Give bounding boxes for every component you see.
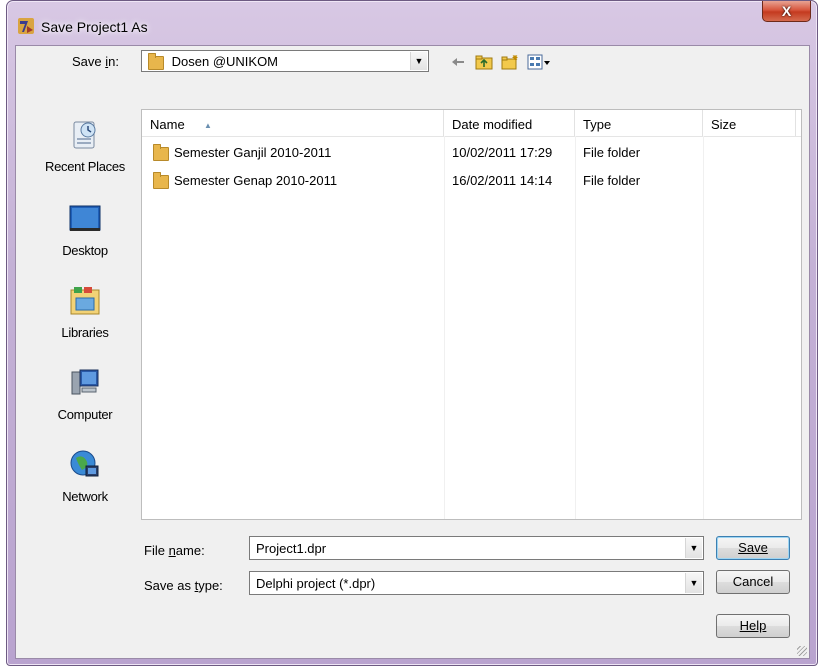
place-label: Network xyxy=(62,489,108,504)
save-in-value: Dosen @UNIKOM xyxy=(171,54,279,69)
column-header-label: Size xyxy=(711,117,737,132)
file-row[interactable]: Semester Ganjil 2010-2011 10/02/2011 17:… xyxy=(142,138,801,166)
new-folder-icon[interactable] xyxy=(500,52,520,72)
chevron-down-icon[interactable]: ▼ xyxy=(410,52,427,70)
list-header: ▲ Name Date modified Type Size xyxy=(142,110,801,137)
chevron-down-icon[interactable]: ▼ xyxy=(685,573,702,593)
file-name: Semester Genap 2010-2011 xyxy=(174,173,338,188)
cancel-button-label: Cancel xyxy=(732,574,774,589)
place-network[interactable]: Network xyxy=(36,448,134,504)
place-desktop[interactable]: Desktop xyxy=(36,202,134,258)
resize-grip[interactable] xyxy=(797,646,807,656)
help-button-label: Help xyxy=(739,618,767,633)
file-type: File folder xyxy=(583,173,641,188)
network-icon xyxy=(70,450,99,477)
computer-icon xyxy=(71,369,99,395)
file-name-combo[interactable]: Project1.dpr ▼ xyxy=(249,536,704,560)
place-label: Desktop xyxy=(62,243,108,258)
navigation-toolbar xyxy=(448,50,552,74)
dialog-client-area: Save in: Dosen @UNIKOM ▼ Recent Places D… xyxy=(15,45,810,659)
column-header-label: Name xyxy=(150,117,185,132)
save-button-label: Save xyxy=(738,540,768,555)
save-as-type-value: Delphi project (*.dpr) xyxy=(256,576,376,591)
place-libraries[interactable]: Libraries xyxy=(36,284,134,340)
file-type: File folder xyxy=(583,145,641,160)
file-date: 10/02/2011 17:29 xyxy=(452,145,553,160)
column-header-label: Date modified xyxy=(452,117,533,132)
cancel-button[interactable]: Cancel xyxy=(716,570,790,594)
file-name-label: File name: xyxy=(144,543,205,558)
view-menu-icon[interactable] xyxy=(526,52,552,72)
place-label: Recent Places xyxy=(45,159,125,174)
recent-places-icon xyxy=(73,121,96,149)
place-label: Computer xyxy=(57,407,113,422)
close-button[interactable]: X xyxy=(762,1,811,22)
delphi-app-icon xyxy=(18,18,34,34)
column-header-label: Type xyxy=(583,117,612,132)
column-header-type[interactable]: Type xyxy=(575,110,703,136)
help-button[interactable]: Help xyxy=(716,614,790,638)
window-title: Save Project1 As xyxy=(41,19,148,35)
file-row[interactable]: Semester Genap 2010-2011 16/02/2011 14:1… xyxy=(142,166,801,194)
column-header-name[interactable]: ▲ Name xyxy=(142,110,444,136)
file-name-input[interactable]: Project1.dpr xyxy=(256,541,326,556)
folder-icon xyxy=(153,172,169,189)
desktop-icon xyxy=(69,205,101,231)
save-in-label: Save in: xyxy=(72,54,119,69)
save-in-value-wrap: Dosen @UNIKOM xyxy=(148,52,279,70)
folder-icon xyxy=(153,144,169,161)
places-bar: Recent Places Desktop Libraries Computer… xyxy=(36,112,134,554)
column-header-date[interactable]: Date modified xyxy=(444,110,575,136)
save-as-type-label: Save as type: xyxy=(144,578,223,593)
back-arrow-icon[interactable] xyxy=(448,52,468,72)
place-label: Libraries xyxy=(61,325,109,340)
save-as-type-combo[interactable]: Delphi project (*.dpr) ▼ xyxy=(249,571,704,595)
sort-ascending-icon: ▲ xyxy=(204,121,212,130)
folder-icon xyxy=(148,52,164,70)
place-recent-places[interactable]: Recent Places xyxy=(36,118,134,174)
save-button[interactable]: Save xyxy=(716,536,790,560)
file-list[interactable]: ▲ Name Date modified Type Size Semester … xyxy=(141,109,802,520)
libraries-icon xyxy=(70,287,100,315)
up-folder-icon[interactable] xyxy=(474,52,494,72)
column-header-size[interactable]: Size xyxy=(703,110,796,136)
title-bar[interactable]: Save Project1 As X xyxy=(7,1,817,45)
save-in-combo[interactable]: Dosen @UNIKOM ▼ xyxy=(141,50,429,72)
file-name: Semester Ganjil 2010-2011 xyxy=(174,145,332,160)
chevron-down-icon[interactable]: ▼ xyxy=(685,538,702,558)
save-dialog-window: Save Project1 As X Save in: Dosen @UNIKO… xyxy=(6,0,818,666)
place-computer[interactable]: Computer xyxy=(36,366,134,422)
file-date: 16/02/2011 14:14 xyxy=(452,173,553,188)
